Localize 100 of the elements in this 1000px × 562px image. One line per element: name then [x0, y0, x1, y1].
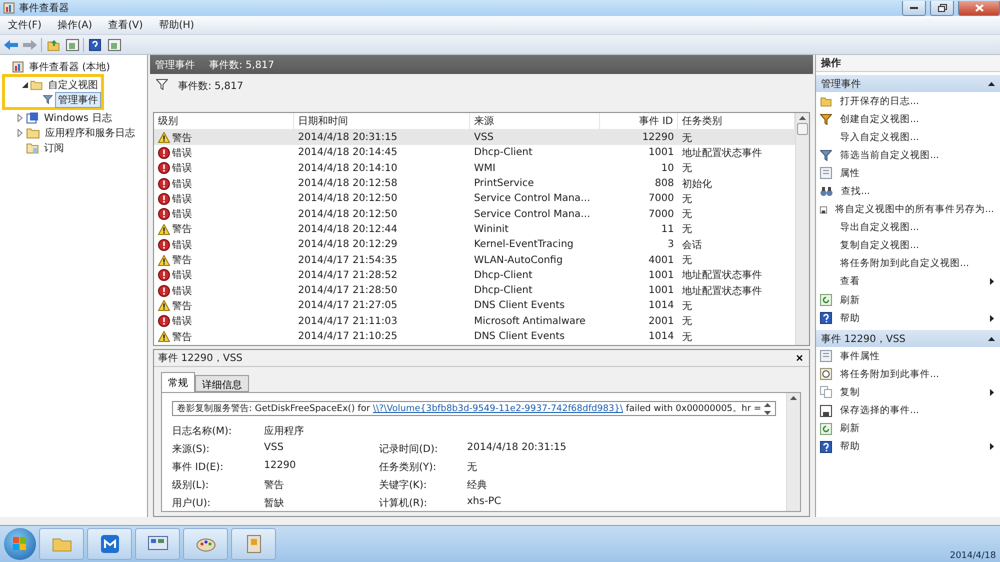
table-cell-text: 2014/4/18 20:31:15 — [297, 131, 398, 146]
action-item[interactable]: 保存选择的事件... — [816, 402, 1000, 420]
action-item[interactable]: 将任务附加到此自定义视图... — [816, 254, 1000, 273]
field-label: 任务类别(Y): — [379, 460, 438, 474]
error-icon — [158, 208, 170, 220]
table-cell-text: 错误 — [172, 208, 192, 222]
table-cell-text: 无 — [681, 315, 693, 329]
table-cell-text: 地址配置状态事件 — [681, 268, 763, 283]
action-item[interactable]: 创建自定义视图... — [816, 110, 1000, 128]
collapsed-arrow-icon[interactable] — [17, 114, 23, 122]
action-item[interactable]: 复制自定义视图... — [816, 236, 1000, 255]
minimize-icon — [910, 6, 918, 9]
action-item[interactable]: 导入自定义视图... — [816, 128, 1000, 146]
windows-logo-icon — [13, 537, 27, 551]
close-button[interactable] — [958, 0, 1000, 16]
table-cell-text: 1001 — [648, 284, 675, 298]
tree-item[interactable]: 应用程序和服务日志 — [42, 124, 138, 140]
table-cell-text: 错误 — [172, 162, 192, 176]
section-header[interactable]: 管理事件 — [816, 75, 1000, 92]
action-item[interactable]: 筛选当前自定义视图... — [816, 146, 1000, 164]
help-button[interactable] — [87, 36, 103, 52]
start-button[interactable] — [4, 528, 36, 560]
properties-icon — [820, 167, 832, 180]
table-cell-text: 2014/4/18 20:12:29 — [297, 238, 398, 252]
error-icon — [158, 162, 170, 174]
menu-item[interactable]: 查看(V) — [100, 18, 151, 32]
show-action-pane-button[interactable] — [106, 36, 122, 52]
table-cell-text: 警告 — [172, 330, 192, 344]
action-item[interactable]: 查找... — [816, 182, 1000, 201]
expanded-arrow-icon[interactable] — [22, 82, 28, 88]
table-cell-text: 无 — [681, 254, 693, 268]
field-value: 警告 — [264, 478, 285, 492]
restore-button[interactable] — [930, 0, 954, 16]
action-item[interactable]: 帮助 — [816, 309, 1000, 328]
action-item[interactable]: 刷新 — [816, 291, 1000, 310]
volume-link[interactable]: \\?\Volume{3bfb8b3d-9549-11e2-9937-742f68dfd983}\ — [372, 404, 624, 414]
action-item[interactable]: 属性 — [816, 164, 1000, 182]
tree-item[interactable]: 管理事件 — [55, 92, 101, 108]
table-cell-text: 初始化 — [681, 178, 713, 192]
show-tree-button[interactable] — [64, 36, 80, 52]
column-header[interactable]: 事件 ID — [600, 113, 678, 129]
action-item[interactable]: 查看 — [816, 272, 1000, 292]
taskbar-button[interactable] — [87, 528, 132, 560]
taskbar-button[interactable] — [183, 528, 228, 560]
tree-item[interactable]: 事件查看器 (本地) — [26, 58, 113, 74]
table-cell-text: 错误 — [172, 192, 192, 206]
section-title: 事件 12290，VSS — [821, 332, 906, 346]
action-item[interactable]: 打开保存的日志... — [816, 92, 1000, 110]
tab[interactable]: 详细信息 — [195, 375, 249, 392]
menu-item[interactable]: 文件(F) — [0, 18, 50, 32]
browser-icon — [100, 535, 118, 553]
table-cell-text: 错误 — [172, 178, 192, 191]
taskbar-button[interactable] — [231, 528, 276, 560]
taskbar-button[interactable] — [39, 528, 84, 560]
action-item[interactable]: 复制 — [816, 383, 1000, 402]
warning-icon — [158, 331, 170, 342]
close-button[interactable]: × — [796, 352, 803, 364]
table-cell-text: 2014/4/17 21:28:50 — [297, 284, 398, 298]
table-cell-text: 警告 — [172, 300, 192, 313]
table-cell-text: 808 — [654, 177, 675, 192]
tab[interactable]: 常规 — [161, 372, 195, 392]
column-header[interactable]: 级别 — [154, 113, 294, 129]
table-cell-text: 1001 — [648, 268, 675, 283]
event-row[interactable]: 警告 2014/4/18 20:31:15 VSS 12290 无 — [154, 130, 795, 146]
column-header[interactable]: 日期和时间 — [294, 113, 470, 129]
scrollbar[interactable] — [795, 113, 809, 345]
tree-item[interactable]: 订阅 — [41, 140, 67, 156]
error-icon — [158, 178, 170, 190]
action-item[interactable]: 将自定义视图中的所有事件另存为... — [816, 200, 1000, 219]
action-item[interactable]: 导出自定义视图... — [816, 218, 1000, 237]
menu-item[interactable]: 帮助(H) — [150, 18, 202, 32]
properties-icon — [820, 350, 832, 362]
tree-item[interactable]: 自定义视图 — [45, 76, 101, 92]
table-cell-text: 错误 — [172, 315, 192, 328]
table-cell-text: 错误 — [172, 146, 192, 160]
column-header[interactable]: 来源 — [470, 113, 600, 129]
table-cell-text: 2014/4/18 20:12:50 — [297, 208, 398, 222]
tree-item[interactable]: Windows 日志 — [41, 110, 115, 126]
minimize-button[interactable] — [902, 0, 926, 16]
table-cell-text: 1014 — [648, 299, 675, 314]
event-viewer-icon — [3, 2, 15, 14]
table-cell-text: 错误 — [172, 284, 192, 298]
action-item[interactable]: 刷新 — [816, 420, 1000, 438]
taskbar-button[interactable] — [135, 528, 180, 560]
collapsed-arrow-icon[interactable] — [17, 128, 23, 136]
action-item[interactable]: 事件属性 — [816, 347, 1000, 366]
description-field[interactable]: 卷影复制服务警告: GetDiskFreeSpaceEx() for \\?\Volume{3bfb8b3d-9549-11e2-9937-742f68dfd983}\ failed with 0x00000005。hr = — [172, 401, 776, 416]
window-icon — [148, 536, 168, 552]
menu-item[interactable]: 操作(A) — [50, 18, 100, 32]
section-title: 管理事件 — [821, 78, 861, 90]
table-cell-text: 无 — [681, 132, 693, 146]
action-item[interactable]: 将任务附加到此事件... — [816, 365, 1000, 384]
scrollbar[interactable] — [786, 393, 800, 511]
logs-icon — [26, 112, 39, 124]
section-header[interactable]: 事件 12290，VSS — [816, 330, 1000, 348]
help-icon — [820, 440, 832, 453]
table-cell-text: Microsoft Antimalware — [473, 314, 587, 329]
task-clock-icon — [820, 368, 832, 380]
scroll-thumb[interactable] — [797, 123, 808, 135]
action-item[interactable]: 帮助 — [816, 438, 1000, 456]
